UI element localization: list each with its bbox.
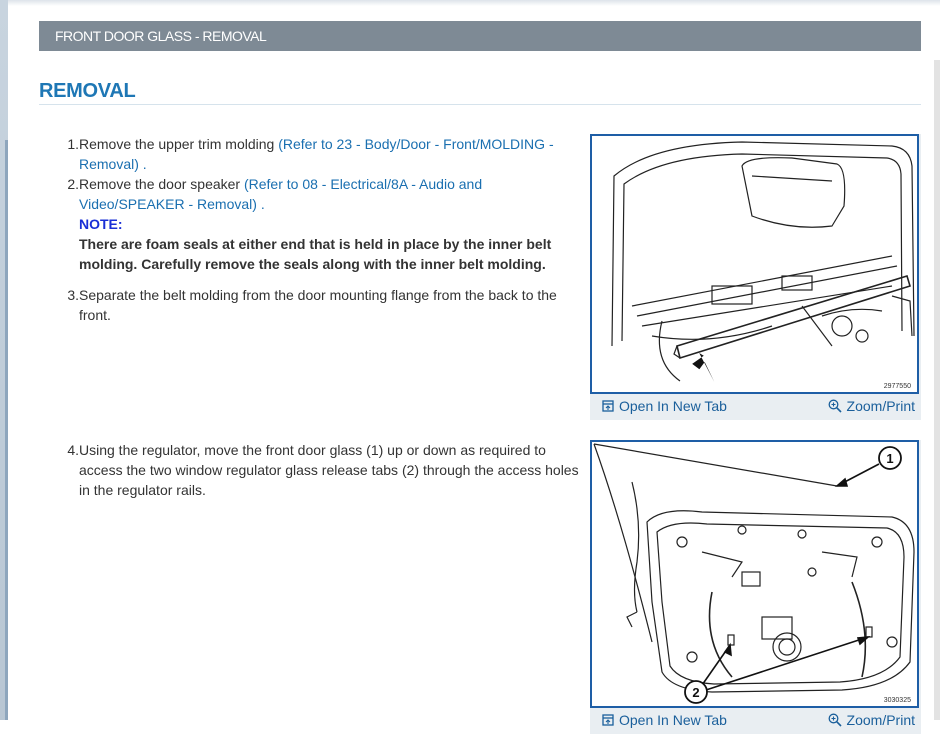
zoom-print-label: Zoom/Print (846, 398, 915, 414)
list-item: 4 Using the regulator, move the front do… (44, 440, 589, 500)
open-in-new-tab-label: Open In New Tab (619, 712, 727, 728)
figure-number: 3030325 (883, 697, 911, 704)
open-in-new-tab-icon (602, 714, 614, 726)
zoom-icon (828, 399, 842, 413)
top-border (8, 0, 940, 6)
section-title-bar: FRONT DOOR GLASS - REMOVAL (39, 21, 921, 51)
door-belt-molding-illustration (611, 141, 915, 383)
list-item: 3 Separate the belt molding from the doo… (44, 285, 589, 325)
page-heading: REMOVAL (39, 80, 921, 105)
scrollbar-track[interactable] (934, 60, 940, 720)
step-number: 4 (44, 440, 79, 500)
zoom-print-label: Zoom/Print (846, 712, 915, 728)
section-title: FRONT DOOR GLASS - REMOVAL (55, 28, 267, 44)
open-in-new-tab-button[interactable]: Open In New Tab (602, 398, 727, 414)
open-in-new-tab-button[interactable]: Open In New Tab (602, 712, 727, 728)
note-label: NOTE: (79, 216, 123, 232)
left-window-edge (0, 0, 8, 720)
figure-belt-molding: 2977550 Open In New Tab Zoom/Print (590, 134, 921, 420)
step-number: 3 (44, 285, 79, 325)
steps-list-b: 4 Using the regulator, move the front do… (44, 440, 589, 500)
open-in-new-tab-icon (602, 400, 614, 412)
zoom-print-button[interactable]: Zoom/Print (828, 712, 915, 728)
step-text: Separate the belt molding from the door … (79, 287, 557, 323)
step-text: Remove the upper trim molding (79, 136, 279, 152)
step-text: Using the regulator, move the front door… (79, 442, 579, 498)
steps-list-a: 1 Remove the upper trim molding (Refer t… (44, 134, 589, 325)
list-item: 2 Remove the door speaker (Refer to 08 -… (44, 174, 589, 274)
figure-regulator-tabs: 1 2 3030325 Open In New Tab Zoom/Print (590, 440, 921, 734)
zoom-print-button[interactable]: Zoom/Print (828, 398, 915, 414)
list-item: 1 Remove the upper trim molding (Refer t… (44, 134, 589, 174)
door-regulator-illustration: 1 2 (593, 443, 915, 704)
step-number: 1 (44, 134, 79, 174)
figure-number: 2977550 (883, 383, 911, 390)
figure-actions: Open In New Tab Zoom/Print (590, 394, 921, 420)
step-text: Remove the door speaker (79, 176, 244, 192)
figure-image[interactable]: 1 2 3030325 (590, 440, 919, 708)
figure-actions: Open In New Tab Zoom/Print (590, 708, 921, 734)
step-number: 2 (44, 174, 79, 274)
figure-image[interactable]: 2977550 (590, 134, 919, 394)
callout-1: 1 (886, 451, 893, 466)
zoom-icon (828, 713, 842, 727)
note-text: There are foam seals at either end that … (79, 236, 552, 272)
callout-2: 2 (692, 685, 699, 700)
open-in-new-tab-label: Open In New Tab (619, 398, 727, 414)
